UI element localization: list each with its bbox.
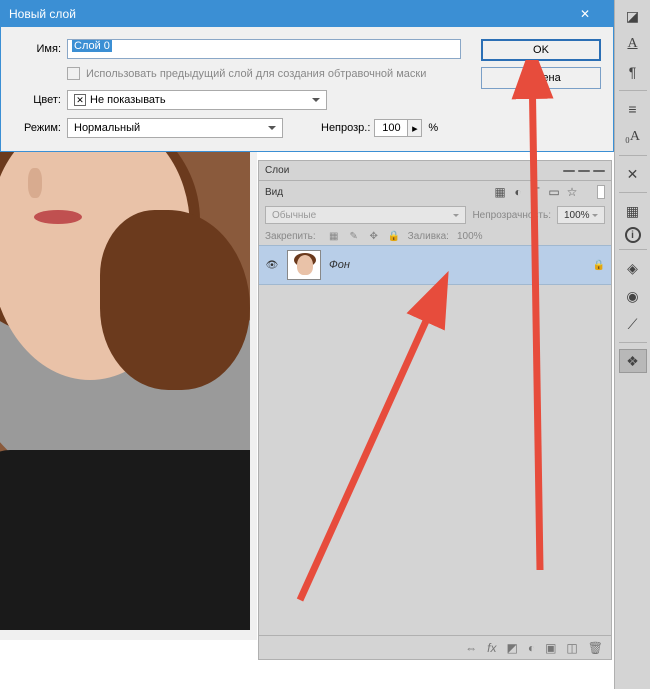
filter-text-icon[interactable]: T — [529, 185, 543, 199]
blend-mode-select[interactable]: Обычные — [265, 206, 466, 224]
color-label: Цвет: — [11, 94, 61, 106]
opacity-input[interactable] — [374, 119, 408, 137]
right-toolbar: ◪ A ¶ ≡ ₀A ✕ ▦ i ◈ ◉ ⟋ ❖ — [614, 0, 650, 689]
mode-label: Режим: — [11, 122, 61, 134]
new-layer-dialog: Новый слой ✕ OK Отмена Имя: Слой 0 Испол… — [0, 0, 614, 152]
opacity-value[interactable]: 100% — [557, 206, 605, 224]
delete-icon[interactable]: 🗑 — [588, 641, 603, 655]
info-icon[interactable]: i — [625, 227, 641, 243]
mask-icon[interactable]: ◩ — [506, 641, 517, 655]
cancel-button[interactable]: Отмена — [481, 67, 601, 89]
channels-icon[interactable]: ◉ — [619, 284, 647, 308]
photo-canvas — [0, 150, 250, 630]
mode-select[interactable]: Нормальный — [67, 118, 283, 138]
swatches-icon[interactable]: ▦ — [619, 199, 647, 223]
clip-checkbox — [67, 67, 80, 80]
fx-icon[interactable]: fx — [487, 641, 496, 655]
layer-item[interactable]: 👁 Фон 🔒 — [259, 245, 611, 285]
lock-image-icon[interactable]: ✎ — [348, 230, 360, 242]
layer-name: Фон — [329, 259, 350, 271]
color-none-icon: ✕ — [74, 94, 86, 106]
filter-shape-icon[interactable]: ▭ — [547, 185, 561, 199]
opacity-flyout-icon[interactable]: ▸ — [408, 119, 422, 137]
layers-panel: Слои Вид ▦ ◐ T ▭ ☆ Обычные Непрозрачност… — [258, 160, 612, 660]
character-icon[interactable]: A — [619, 32, 647, 56]
name-input[interactable]: Слой 0 — [67, 39, 461, 59]
new-layer-icon[interactable]: ◫ — [566, 641, 577, 655]
paths-icon[interactable]: ⟋ — [619, 312, 647, 336]
lock-all-icon[interactable]: 🔒 — [388, 230, 400, 242]
name-label: Имя: — [11, 43, 61, 55]
link-icon[interactable]: ⇔ — [465, 641, 477, 655]
dialog-title: Новый слой — [9, 7, 76, 21]
filter-smart-icon[interactable]: ☆ — [565, 185, 579, 199]
dialog-titlebar: Новый слой ✕ — [1, 1, 613, 27]
paragraph-icon[interactable]: ¶ — [619, 60, 647, 84]
lock-label: Закрепить: — [265, 231, 316, 242]
filter-adjust-icon[interactable]: ◐ — [511, 185, 525, 199]
opacity-label: Непрозр.: — [321, 122, 370, 134]
fill-value[interactable]: 100% — [457, 231, 483, 242]
panel-menu-icon[interactable] — [563, 170, 605, 172]
layer-thumbnail[interactable] — [287, 250, 321, 280]
clip-checkbox-label: Использовать предыдущий слой для создани… — [86, 68, 426, 80]
visibility-icon[interactable]: 👁 — [265, 258, 279, 272]
filter-toggle-icon[interactable] — [597, 185, 605, 199]
char-panel-icon[interactable]: ₀A — [619, 125, 647, 149]
align-icon[interactable]: ≡ — [619, 97, 647, 121]
layers-title: Слои — [265, 165, 289, 176]
close-button[interactable]: ✕ — [565, 1, 605, 27]
layers-footer: ⇔ fx ◩ ◐ ▣ ◫ 🗑 — [259, 635, 611, 659]
adjustment-icon[interactable]: ◐ — [528, 641, 535, 655]
layers-icon[interactable]: ❖ — [619, 349, 647, 373]
history-icon[interactable]: ◪ — [619, 4, 647, 28]
lock-transparent-icon[interactable]: ▦ — [328, 230, 340, 242]
close-icon: ✕ — [580, 7, 590, 21]
layer-locked-icon: 🔒 — [593, 260, 605, 271]
group-icon[interactable]: ▣ — [545, 641, 556, 655]
tools-icon[interactable]: ✕ — [619, 162, 647, 186]
lock-position-icon[interactable]: ✥ — [368, 230, 380, 242]
3d-icon[interactable]: ◈ — [619, 256, 647, 280]
opacity-label: Непрозрачность: — [472, 210, 551, 221]
layer-list: 👁 Фон 🔒 — [259, 245, 611, 625]
percent-label: % — [428, 122, 438, 134]
fill-label: Заливка: — [408, 231, 449, 242]
ok-button[interactable]: OK — [481, 39, 601, 61]
filter-pixel-icon[interactable]: ▦ — [493, 185, 507, 199]
color-select[interactable]: ✕ Не показывать — [67, 90, 327, 110]
layer-filter-kind[interactable]: Вид — [265, 187, 315, 198]
